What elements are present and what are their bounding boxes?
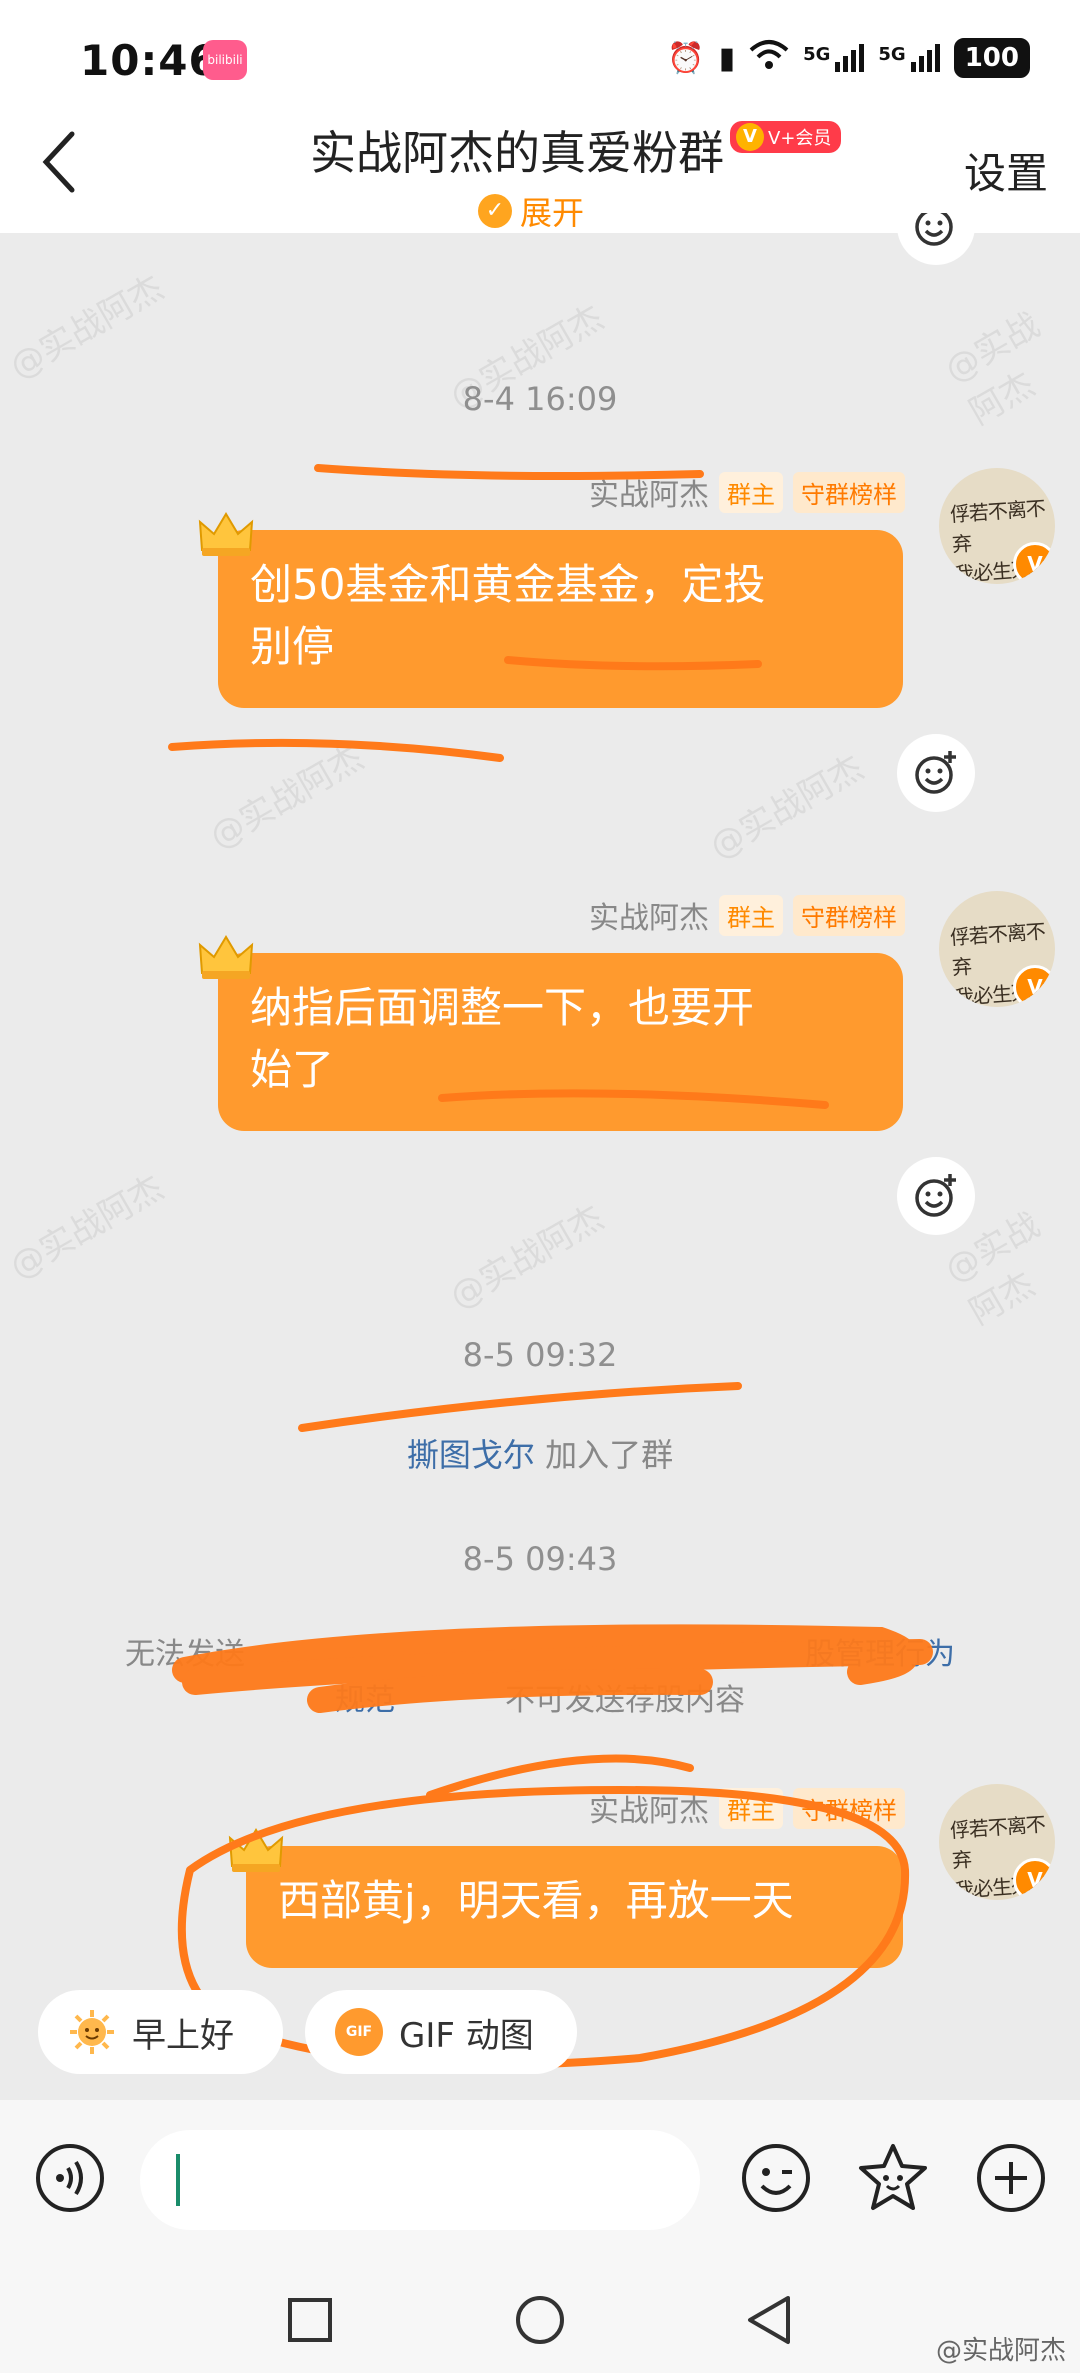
triangle-back-icon: [748, 2296, 790, 2344]
annotation-underline: [504, 656, 762, 671]
gif-icon: GIF: [335, 2008, 383, 2056]
circle-icon: [516, 2296, 564, 2344]
star-face-icon: [859, 2144, 927, 2210]
quick-reply-label: GIF 动图: [399, 2015, 534, 2056]
more-button[interactable]: [975, 2142, 1047, 2218]
annotation-underline: [314, 464, 704, 480]
quick-reply-chip[interactable]: 早上好: [38, 1990, 283, 2074]
sun-face-icon: [70, 2010, 114, 2054]
nav-back-button[interactable]: [744, 2294, 794, 2350]
message-input[interactable]: [140, 2130, 700, 2230]
emoji-button[interactable]: [740, 2142, 812, 2218]
annotation-underline: [168, 738, 504, 762]
quick-reply-chip[interactable]: GIF GIF 动图: [305, 1990, 577, 2074]
text-caret: [176, 2154, 180, 2206]
home-button[interactable]: [514, 2294, 566, 2350]
sticker-button[interactable]: [857, 2142, 929, 2218]
recents-button[interactable]: [286, 2296, 334, 2348]
annotation-underline: [438, 1089, 829, 1109]
annotation-scribble: [307, 1668, 713, 1713]
voice-wave-icon: [36, 2144, 104, 2212]
plus-circle-icon: [977, 2144, 1045, 2212]
annotation-underline: [298, 1382, 742, 1432]
quick-reply-label: 早上好: [132, 2015, 234, 2056]
smiley-icon: [742, 2144, 810, 2212]
voice-button[interactable]: [34, 2142, 106, 2218]
square-icon: [288, 2298, 332, 2342]
watermark-text: @实战阿杰: [935, 2336, 1066, 2366]
system-nav-bar: [0, 2260, 1080, 2373]
